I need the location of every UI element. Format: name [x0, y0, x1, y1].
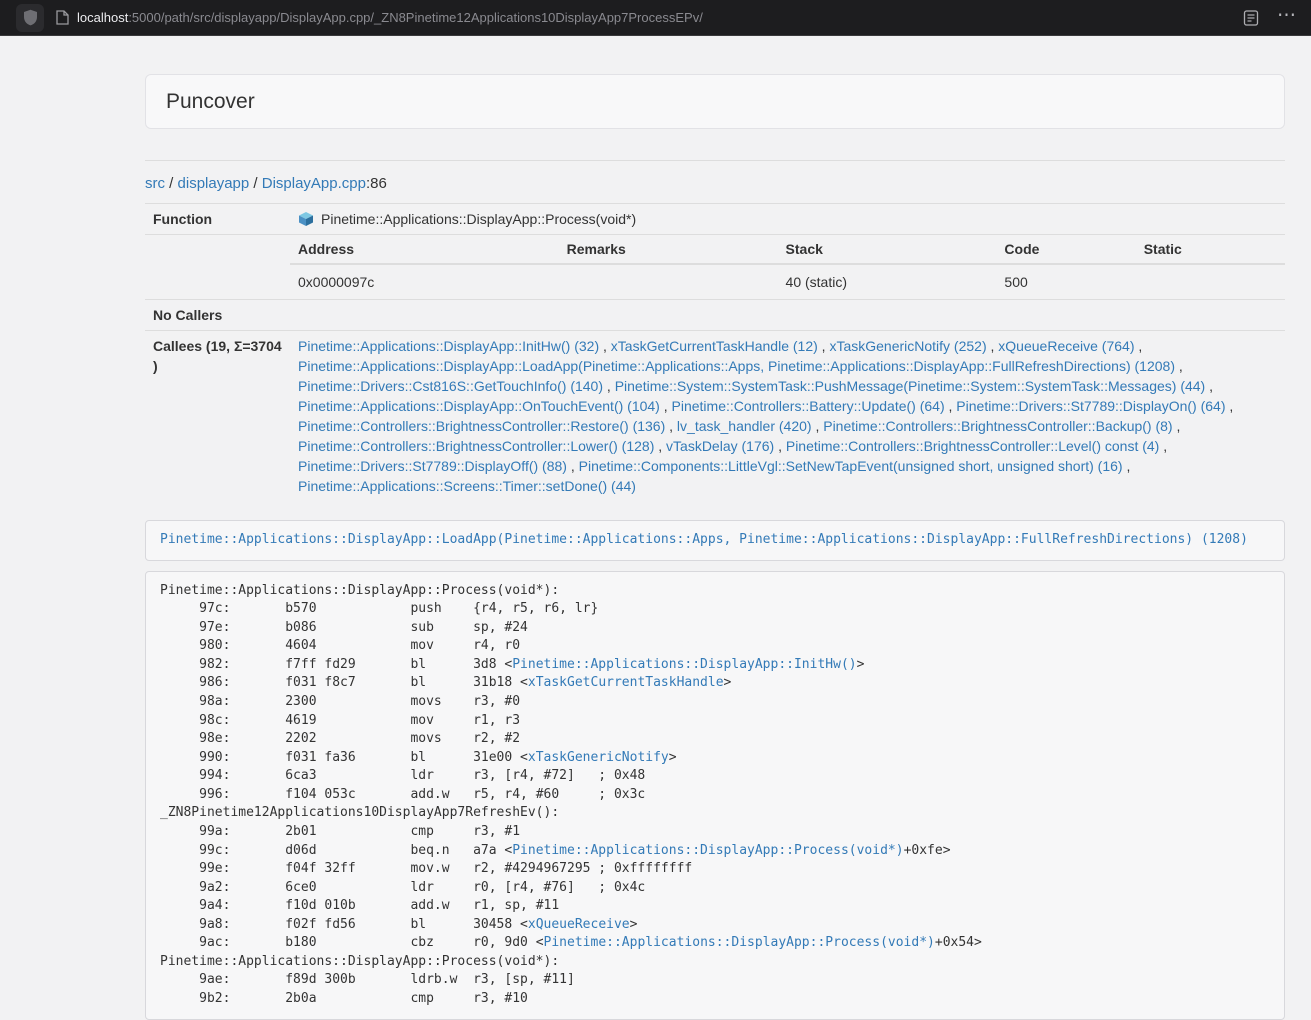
url-host: localhost: [77, 10, 128, 25]
function-label: Function: [145, 204, 290, 235]
callee-link[interactable]: xTaskGenericNotify (252): [829, 338, 986, 354]
callee-link[interactable]: Pinetime::Drivers::St7789::DisplayOn() (…: [956, 398, 1225, 414]
callee-link[interactable]: Pinetime::Controllers::Battery::Update()…: [672, 398, 945, 414]
no-callers-label: No Callers: [145, 300, 290, 331]
asm-symbol-link[interactable]: xTaskGetCurrentTaskHandle: [528, 675, 724, 690]
function-icon: [298, 211, 314, 227]
stats-value-row: 0x0000097c 40 (static)500: [290, 264, 1285, 299]
callee-link[interactable]: Pinetime::Drivers::Cst816S::GetTouchInfo…: [298, 378, 603, 394]
shield-icon[interactable]: [16, 4, 44, 32]
stats-value: [559, 264, 778, 299]
function-detail-table: Function Pinetime::Applications::Display…: [145, 203, 1285, 501]
callee-link[interactable]: lv_task_handler (420): [677, 418, 812, 434]
callee-link[interactable]: xQueueReceive (764): [998, 338, 1134, 354]
browser-toolbar: localhost:5000/path/src/displayapp/Displ…: [0, 0, 1311, 36]
stats-column-header: Stack: [778, 235, 997, 264]
overflow-menu-icon[interactable]: ⋯: [1277, 6, 1297, 29]
function-name: Pinetime::Applications::DisplayApp::Proc…: [321, 209, 636, 229]
callee-link[interactable]: vTaskDelay (176): [666, 438, 774, 454]
breadcrumb-link[interactable]: DisplayApp.cpp: [262, 175, 366, 192]
callees-label: Callees (19, Σ=3704 ): [145, 331, 290, 502]
highlighted-symbol-box: Pinetime::Applications::DisplayApp::Load…: [145, 520, 1285, 561]
disassembly-listing: Pinetime::Applications::DisplayApp::Proc…: [145, 571, 1285, 1020]
asm-symbol-link[interactable]: Pinetime::Applications::DisplayApp::Proc…: [544, 935, 935, 950]
callee-link[interactable]: Pinetime::Drivers::St7789::DisplayOff() …: [298, 458, 567, 474]
callers-row: No Callers: [145, 300, 1285, 331]
page-icon: [56, 10, 69, 25]
asm-symbol-link[interactable]: Pinetime::Applications::DisplayApp::Proc…: [512, 843, 903, 858]
stats-column-header: Address: [290, 235, 559, 264]
stats-value: 500: [996, 264, 1135, 299]
callee-link[interactable]: Pinetime::Applications::Screens::Timer::…: [298, 478, 636, 494]
reader-mode-icon[interactable]: [1243, 10, 1259, 26]
callee-link[interactable]: Pinetime::Components::LittleVgl::SetNewT…: [579, 458, 1123, 474]
callees-row: Callees (19, Σ=3704 ) Pinetime::Applicat…: [145, 331, 1285, 502]
divider: [145, 160, 1285, 161]
callee-link[interactable]: xTaskGetCurrentTaskHandle (12): [611, 338, 818, 354]
url-path: :5000/path/src/displayapp/DisplayApp.cpp…: [128, 10, 703, 25]
url-text: localhost:5000/path/src/displayapp/Displ…: [77, 10, 703, 25]
stats-value: 40 (static): [778, 264, 997, 299]
stats-value: [1136, 264, 1285, 299]
breadcrumb: src / displayapp / DisplayApp.cpp:86: [145, 174, 1285, 194]
asm-symbol-link[interactable]: xTaskGenericNotify: [528, 750, 669, 765]
callee-link[interactable]: Pinetime::Applications::DisplayApp::Init…: [298, 338, 599, 354]
stats-row: AddressRemarksStackCodeStatic 0x0000097c…: [145, 235, 1285, 300]
function-row: Function Pinetime::Applications::Display…: [145, 204, 1285, 235]
callee-link[interactable]: Pinetime::Controllers::BrightnessControl…: [298, 438, 654, 454]
stats-column-header: Code: [996, 235, 1135, 264]
callee-link[interactable]: Pinetime::Applications::DisplayApp::Load…: [298, 358, 1175, 374]
asm-symbol-link[interactable]: Pinetime::Applications::DisplayApp::Init…: [512, 657, 856, 672]
page-title: Puncover: [166, 90, 1264, 113]
address-bar[interactable]: localhost:5000/path/src/displayapp/Displ…: [56, 10, 1243, 25]
callee-link[interactable]: Pinetime::System::SystemTask::PushMessag…: [615, 378, 1206, 394]
breadcrumb-link[interactable]: displayapp: [178, 175, 250, 192]
breadcrumb-link[interactable]: src: [145, 175, 165, 192]
callees-list: Pinetime::Applications::DisplayApp::Init…: [290, 331, 1285, 502]
stats-value: 0x0000097c: [290, 264, 559, 299]
content-container: Puncover src / displayapp / DisplayApp.c…: [145, 36, 1285, 1020]
asm-symbol-link[interactable]: xQueueReceive: [528, 917, 630, 932]
stats-column-header: Static: [1136, 235, 1285, 264]
callee-link[interactable]: Pinetime::Applications::DisplayApp::OnTo…: [298, 398, 660, 414]
stats-column-header: Remarks: [559, 235, 778, 264]
callee-link[interactable]: Pinetime::Controllers::BrightnessControl…: [786, 438, 1159, 454]
stats-header-row: AddressRemarksStackCodeStatic: [290, 235, 1285, 264]
callee-link[interactable]: Pinetime::Controllers::BrightnessControl…: [298, 418, 665, 434]
callee-link[interactable]: Pinetime::Controllers::BrightnessControl…: [823, 418, 1172, 434]
stats-table: AddressRemarksStackCodeStatic 0x0000097c…: [290, 235, 1285, 299]
highlighted-symbol-link[interactable]: Pinetime::Applications::DisplayApp::Load…: [160, 532, 1248, 547]
app-header: Puncover: [145, 74, 1285, 129]
